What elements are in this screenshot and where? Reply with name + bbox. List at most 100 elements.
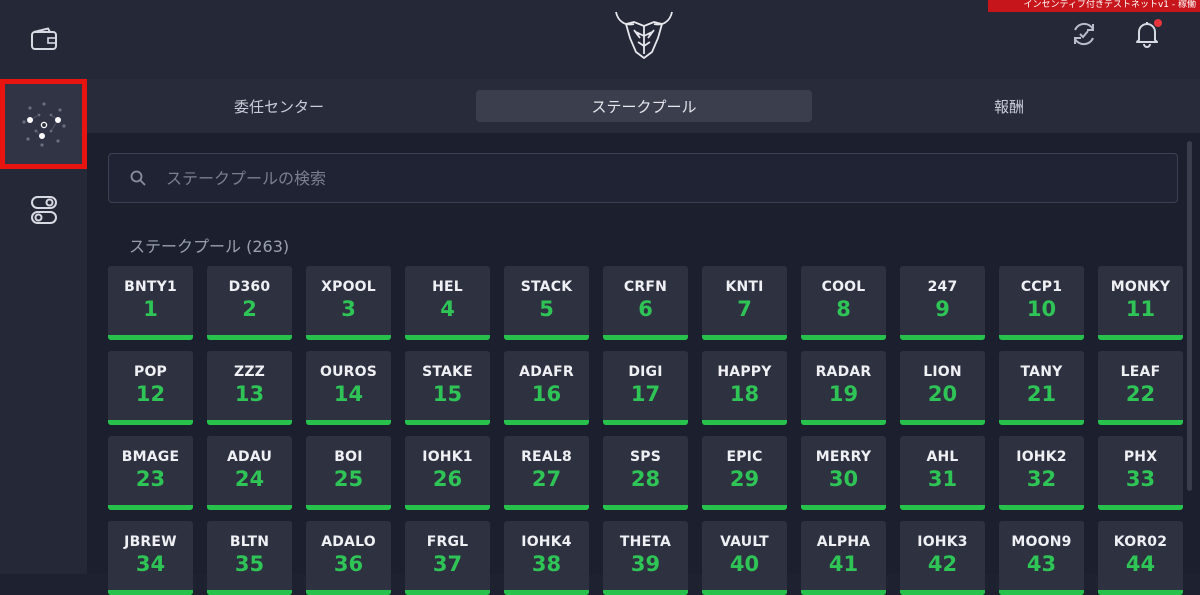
stake-pool-tile[interactable]: COOL 8 xyxy=(801,266,886,340)
stake-pool-tile[interactable]: XPOOL 3 xyxy=(306,266,391,340)
stake-pool-tile[interactable]: HEL 4 xyxy=(405,266,490,340)
stake-pool-tile[interactable]: OUROS 14 xyxy=(306,351,391,425)
pool-rank: 42 xyxy=(927,552,958,576)
stake-pool-tile[interactable]: LEAF 22 xyxy=(1098,351,1183,425)
pool-rank: 20 xyxy=(927,382,958,406)
tab-rewards[interactable]: 報酬 xyxy=(841,90,1177,122)
stake-pool-tile[interactable]: TANY 21 xyxy=(999,351,1084,425)
pool-ticker: STAKE xyxy=(422,364,473,380)
bull-logo-icon xyxy=(612,8,676,64)
stake-pool-tile[interactable]: THETA 39 xyxy=(603,521,688,595)
pool-rank: 32 xyxy=(1026,467,1057,491)
sidebar-item-settings[interactable] xyxy=(0,170,87,250)
pool-rank: 9 xyxy=(935,297,950,321)
tab-stake-pools[interactable]: ステークプール xyxy=(476,90,812,122)
stake-pools-count-title: ステークプール (263) xyxy=(129,237,290,256)
stake-pool-tile[interactable]: KOR02 44 xyxy=(1098,521,1183,595)
pool-ticker: 247 xyxy=(927,279,958,295)
pool-rank: 17 xyxy=(630,382,661,406)
pool-rank: 24 xyxy=(234,467,265,491)
sync-icon[interactable] xyxy=(1070,20,1098,52)
pool-rank: 11 xyxy=(1125,297,1156,321)
stake-pool-tile[interactable]: CCP1 10 xyxy=(999,266,1084,340)
search-input[interactable] xyxy=(164,167,1068,189)
pool-rank: 35 xyxy=(234,552,265,576)
pool-rank: 14 xyxy=(333,382,364,406)
pool-rank: 8 xyxy=(836,297,851,321)
stake-pool-tile[interactable]: ADAFR 16 xyxy=(504,351,589,425)
pool-rank: 28 xyxy=(630,467,661,491)
stake-pool-tile[interactable]: BNTY1 1 xyxy=(108,266,193,340)
stake-pool-tile[interactable]: BLTN 35 xyxy=(207,521,292,595)
stake-pool-tile[interactable]: MERRY 30 xyxy=(801,436,886,510)
pool-ticker: CCP1 xyxy=(1020,279,1063,295)
stake-pool-tile[interactable]: DIGI 17 xyxy=(603,351,688,425)
sidebar-item-wallet[interactable] xyxy=(0,0,87,78)
stake-pool-tile[interactable]: IOHK2 32 xyxy=(999,436,1084,510)
stake-pool-tile[interactable]: STAKE 15 xyxy=(405,351,490,425)
stake-pool-tile[interactable]: AHL 31 xyxy=(900,436,985,510)
stake-pool-tile[interactable]: FRGL 37 xyxy=(405,521,490,595)
stake-pool-tile[interactable]: CRFN 6 xyxy=(603,266,688,340)
pool-rank: 23 xyxy=(135,467,166,491)
stake-pool-tile[interactable]: EPIC 29 xyxy=(702,436,787,510)
stake-pool-tile[interactable]: HAPPY 18 xyxy=(702,351,787,425)
pool-ticker: IOHK2 xyxy=(1016,449,1067,465)
pool-rank: 43 xyxy=(1026,552,1057,576)
pool-ticker: DIGI xyxy=(628,364,663,380)
pool-rank: 7 xyxy=(737,297,752,321)
pool-rank: 2 xyxy=(242,297,257,321)
stake-pool-tile[interactable]: BOI 25 xyxy=(306,436,391,510)
stake-pool-tile[interactable]: ALPHA 41 xyxy=(801,521,886,595)
pool-ticker: SPS xyxy=(629,449,662,465)
pool-ticker: ADALO xyxy=(321,534,376,550)
stake-pool-tile[interactable]: KNTI 7 xyxy=(702,266,787,340)
stake-pool-tile[interactable]: MONKY 11 xyxy=(1098,266,1183,340)
stake-pool-tile[interactable]: VAULT 40 xyxy=(702,521,787,595)
stake-pool-tile[interactable]: JBREW 34 xyxy=(108,521,193,595)
pool-ticker: TANY xyxy=(1020,364,1063,380)
stake-pool-tile[interactable]: SPS 28 xyxy=(603,436,688,510)
stake-pool-tile[interactable]: MOON9 43 xyxy=(999,521,1084,595)
stake-pool-tile[interactable]: RADAR 19 xyxy=(801,351,886,425)
pool-ticker: CRFN xyxy=(623,279,668,295)
testnet-banner: インセンティブ付きテストネットv1 - 稼働 xyxy=(988,0,1200,12)
stake-pool-tile[interactable]: PHX 33 xyxy=(1098,436,1183,510)
stake-pool-tile[interactable]: ZZZ 13 xyxy=(207,351,292,425)
search-icon xyxy=(130,170,146,186)
pool-rank: 19 xyxy=(828,382,859,406)
stake-pool-tile[interactable]: ADALO 36 xyxy=(306,521,391,595)
pool-rank: 39 xyxy=(630,552,661,576)
stake-pool-tile[interactable]: 247 9 xyxy=(900,266,985,340)
sidebar xyxy=(0,0,87,574)
pool-rank: 13 xyxy=(234,382,265,406)
pool-ticker: BOI xyxy=(334,449,363,465)
stake-pool-tile[interactable]: ADAU 24 xyxy=(207,436,292,510)
sidebar-item-staking[interactable] xyxy=(0,79,87,169)
stake-pool-tile[interactable]: POP 12 xyxy=(108,351,193,425)
pool-rank: 34 xyxy=(135,552,166,576)
pool-ticker: MERRY xyxy=(815,449,872,465)
pool-rank: 18 xyxy=(729,382,760,406)
stake-pool-tile[interactable]: D360 2 xyxy=(207,266,292,340)
pool-ticker: BLTN xyxy=(229,534,270,550)
pool-rank: 41 xyxy=(828,552,859,576)
pool-rank: 38 xyxy=(531,552,562,576)
stake-pool-tile[interactable]: REAL8 27 xyxy=(504,436,589,510)
pool-rank: 36 xyxy=(333,552,364,576)
stake-pool-tile[interactable]: IOHK4 38 xyxy=(504,521,589,595)
stake-pool-tile[interactable]: BMAGE 23 xyxy=(108,436,193,510)
pool-ticker: KNTI xyxy=(725,279,764,295)
stake-pool-tile[interactable]: STACK 5 xyxy=(504,266,589,340)
pool-rank: 22 xyxy=(1125,382,1156,406)
pool-rank: 26 xyxy=(432,467,463,491)
stake-pool-tile[interactable]: IOHK1 26 xyxy=(405,436,490,510)
pool-rank: 10 xyxy=(1026,297,1057,321)
pool-ticker: VAULT xyxy=(720,534,769,550)
pool-ticker: ADAU xyxy=(226,449,273,465)
stake-pool-tile[interactable]: LION 20 xyxy=(900,351,985,425)
pool-ticker: KOR02 xyxy=(1113,534,1168,550)
tab-delegation-center[interactable]: 委任センター xyxy=(111,90,447,122)
stake-pool-tile[interactable]: IOHK3 42 xyxy=(900,521,985,595)
scrollbar[interactable] xyxy=(1187,141,1192,491)
